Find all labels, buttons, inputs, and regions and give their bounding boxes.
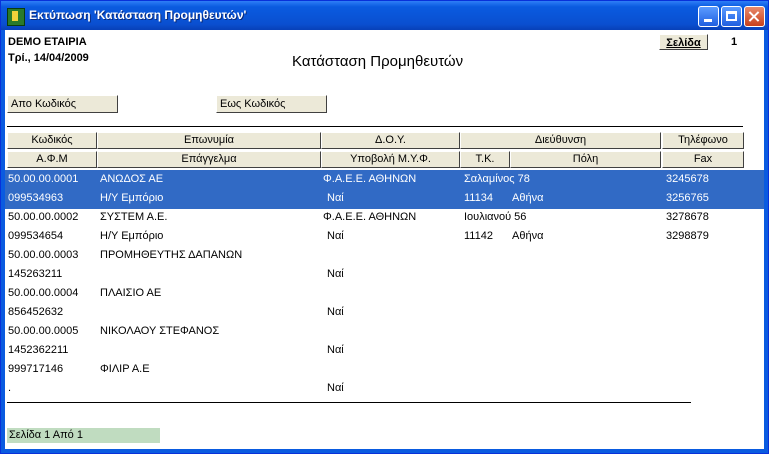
- record-phone[interactable]: 3245678: [666, 170, 709, 189]
- to-code-filter[interactable]: Εως Κωδικός: [216, 95, 327, 113]
- column-header-doy[interactable]: Δ.Ο.Υ.: [321, 132, 460, 149]
- column-header-fax[interactable]: Fax: [662, 151, 744, 168]
- record-address[interactable]: Ιουλιανού 56: [464, 208, 526, 227]
- column-header-name[interactable]: Επωνυμία: [97, 132, 321, 149]
- column-header-address[interactable]: Διεύθυνση: [460, 132, 661, 149]
- report-area: DEMO ΕΤΑΙΡΙΑ Τρί., 14/04/2009 Κατάσταση …: [5, 30, 764, 449]
- record-afm[interactable]: 099534654: [8, 227, 63, 246]
- record-name[interactable]: ΝΙΚΟΛΑΟΥ ΣΤΕΦΑΝΟΣ: [100, 322, 219, 341]
- record-afm[interactable]: 856452632: [8, 303, 63, 322]
- record-code[interactable]: 50.00.00.0003: [8, 246, 78, 265]
- report-bottom-rule: [7, 402, 691, 403]
- record-tk[interactable]: 11142: [464, 227, 493, 246]
- page-status: Σελίδα 1 Από 1: [7, 428, 160, 443]
- record-myf[interactable]: Ναί: [327, 303, 344, 322]
- report-date: Τρί., 14/04/2009: [8, 52, 89, 64]
- app-icon: [7, 8, 25, 26]
- record-tk[interactable]: 11134: [464, 189, 493, 208]
- record-code[interactable]: 999717146: [8, 360, 63, 379]
- close-button[interactable]: [744, 6, 765, 27]
- column-header-afm[interactable]: Α.Φ.Μ: [7, 151, 97, 168]
- record-myf[interactable]: Ναί: [327, 189, 344, 208]
- record-afm[interactable]: 145263211: [8, 265, 62, 284]
- record-doy[interactable]: Φ.Α.Ε.Ε. ΑΘΗΝΩΝ: [323, 170, 416, 189]
- record-fax[interactable]: 3256765: [666, 189, 709, 208]
- record-profession[interactable]: Η/Υ Εμπόριο: [100, 227, 163, 246]
- record-city[interactable]: Αθήνα: [512, 227, 543, 246]
- window-title: Εκτύπωση 'Κατάσταση Προμηθευτών': [29, 8, 247, 22]
- title-bar[interactable]: Εκτύπωση 'Κατάσταση Προμηθευτών': [1, 1, 768, 30]
- record-name[interactable]: ΣΥΣΤΕΜ Α.Ε.: [100, 208, 167, 227]
- column-header-myf[interactable]: Υποβολή Μ.Υ.Φ.: [321, 151, 460, 168]
- maximize-icon: [726, 11, 737, 21]
- maximize-button[interactable]: [721, 6, 742, 27]
- minimize-icon: [704, 19, 712, 22]
- record-doy[interactable]: Φ.Α.Ε.Ε. ΑΘΗΝΩΝ: [323, 208, 416, 227]
- report-title: Κατάσταση Προμηθευτών: [292, 53, 464, 70]
- company-name: DEMO ΕΤΑΙΡΙΑ: [8, 36, 87, 48]
- column-header-city[interactable]: Πόλη: [510, 151, 661, 168]
- record-name[interactable]: ΑΝΩΔΟΣ ΑΕ: [100, 170, 163, 189]
- record-myf[interactable]: Ναί: [327, 227, 344, 246]
- column-header-code[interactable]: Κωδικός: [7, 132, 97, 149]
- record-code[interactable]: 50.00.00.0005: [8, 322, 78, 341]
- record-phone[interactable]: 3278678: [666, 208, 709, 227]
- column-header-tk[interactable]: Τ.Κ.: [460, 151, 510, 168]
- record-code[interactable]: 50.00.00.0001: [8, 170, 78, 189]
- record-address[interactable]: Σαλαμίνος 78: [464, 170, 530, 189]
- record-name[interactable]: ΠΡΟΜΗΘΕΥΤΗΣ ΔΑΠΑΝΩΝ: [100, 246, 242, 265]
- close-icon: [745, 7, 764, 26]
- page-button[interactable]: Σελίδα: [659, 34, 708, 50]
- record-code[interactable]: 50.00.00.0004: [8, 284, 78, 303]
- record-profession[interactable]: Η/Υ Εμπόριο: [100, 189, 163, 208]
- record-name[interactable]: ΠΛΑΙΣΙΟ ΑΕ: [100, 284, 161, 303]
- record-myf[interactable]: Ναί: [327, 341, 344, 360]
- print-preview-window: Εκτύπωση 'Κατάσταση Προμηθευτών' DEMO ΕΤ…: [0, 0, 769, 454]
- record-myf[interactable]: Ναί: [327, 379, 344, 398]
- column-header-phone[interactable]: Τηλέφωνο: [662, 132, 744, 149]
- record-fax[interactable]: 3298879: [666, 227, 709, 246]
- record-city[interactable]: Αθήνα: [512, 189, 543, 208]
- minimize-button[interactable]: [698, 6, 719, 27]
- from-code-filter[interactable]: Απο Κωδικός: [7, 95, 118, 113]
- page-number: 1: [731, 36, 738, 48]
- record-afm[interactable]: .: [8, 379, 11, 398]
- record-name[interactable]: ΦΙΛΙΡ Α.Ε: [100, 360, 150, 379]
- record-afm[interactable]: 099534963: [8, 189, 63, 208]
- record-afm[interactable]: 1452362211: [8, 341, 68, 360]
- header-top-rule: [7, 126, 743, 127]
- record-code[interactable]: 50.00.00.0002: [8, 208, 78, 227]
- column-header-profession[interactable]: Επάγγελμα: [97, 151, 321, 168]
- record-myf[interactable]: Ναί: [327, 265, 344, 284]
